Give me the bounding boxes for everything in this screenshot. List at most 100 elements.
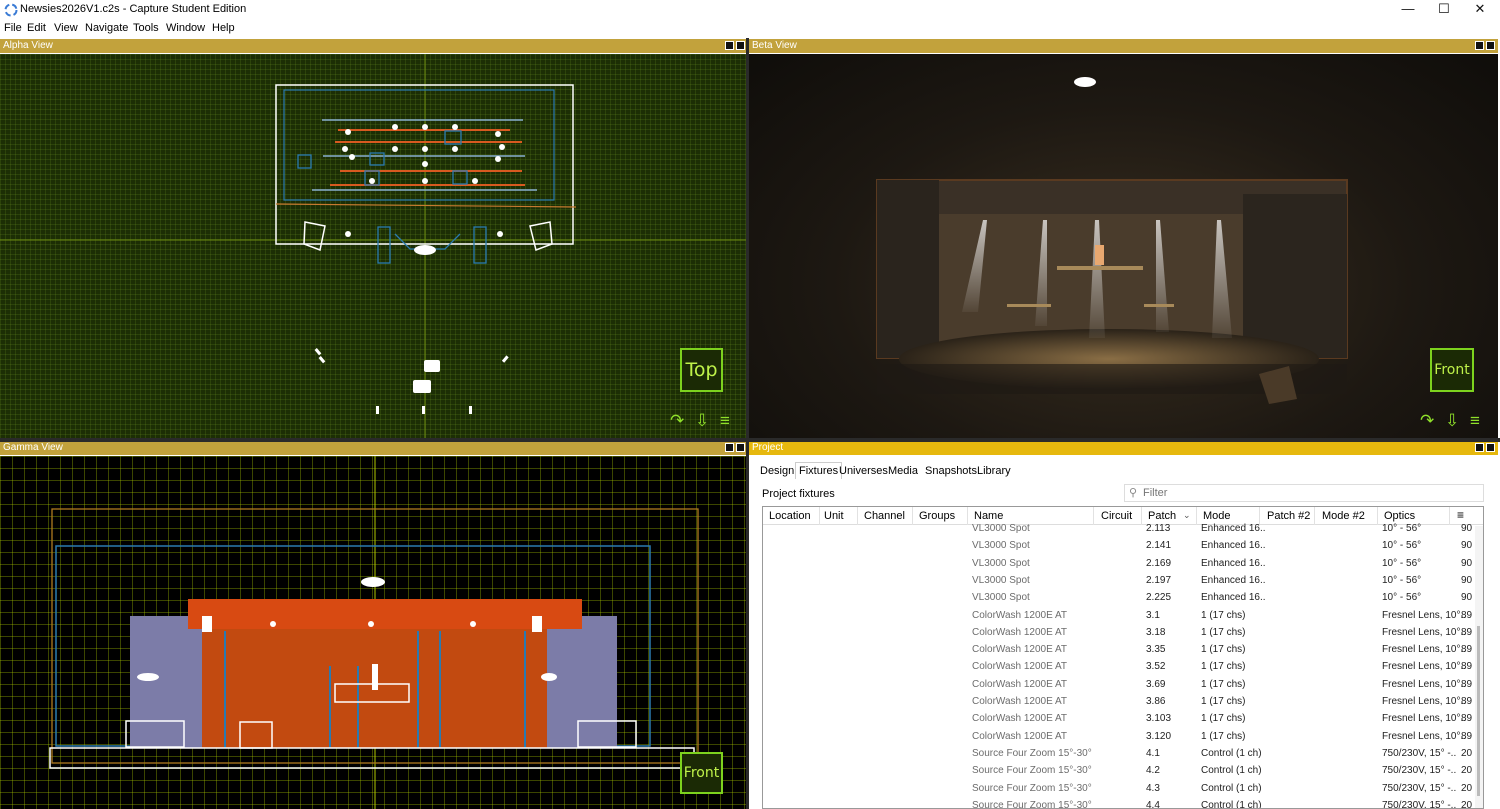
table-row[interactable]: VL3000 Spot 2.169 Enhanced 16.. 10° - 56° 90 bbox=[763, 556, 1483, 573]
window-title: Newsies2026V1.c2s - Capture Student Edit… bbox=[20, 3, 247, 15]
undock-icon[interactable] bbox=[1475, 443, 1484, 452]
undock-icon[interactable] bbox=[1475, 41, 1484, 50]
beta-viewport[interactable]: Front ↷ ⇩ ≡ bbox=[749, 54, 1498, 438]
rendered-stage-view bbox=[876, 77, 1348, 404]
scrollbar-thumb[interactable] bbox=[1477, 626, 1480, 796]
orbit-icon[interactable]: ↷ bbox=[670, 411, 684, 430]
cell-patch: 2.169 bbox=[1146, 557, 1172, 569]
cell-mode: 1 (17 chs) bbox=[1201, 696, 1246, 707]
table-row[interactable]: ColorWash 1200E AT 3.18 1 (17 chs) Fresnel … bbox=[763, 625, 1483, 642]
horizontal-splitter[interactable] bbox=[0, 438, 1500, 442]
cell-patch: 2.197 bbox=[1146, 574, 1172, 586]
menu-help[interactable]: Help bbox=[212, 22, 235, 34]
vertical-scrollbar[interactable] bbox=[1475, 526, 1483, 808]
tab-snapshots[interactable]: Snapshots bbox=[922, 464, 980, 478]
table-row[interactable]: ColorWash 1200E AT 3.103 1 (17 chs) Fresnel… bbox=[763, 711, 1483, 728]
cell-name: VL3000 Spot bbox=[972, 523, 1030, 534]
filter-field[interactable]: ⚲ bbox=[1124, 484, 1484, 502]
cell-extra: 90 bbox=[1461, 557, 1473, 569]
menu-icon[interactable]: ≡ bbox=[1470, 411, 1480, 430]
cell-extra: 90 bbox=[1461, 592, 1473, 604]
table-row[interactable]: Source Four Zoom 15°-30° 4.3 Control (1 ch… bbox=[763, 781, 1483, 798]
minimize-button[interactable]: — bbox=[1390, 0, 1426, 20]
menu-navigate[interactable]: Navigate bbox=[85, 22, 128, 34]
cell-patch: 2.113 bbox=[1146, 523, 1171, 534]
maximize-panel-icon[interactable] bbox=[736, 443, 745, 452]
cell-mode: 1 (17 chs) bbox=[1201, 609, 1246, 621]
cell-name: ColorWash 1200E AT bbox=[972, 678, 1068, 690]
pan-icon[interactable]: ⇩ bbox=[1445, 411, 1459, 430]
cell-mode: Control (1 ch) bbox=[1201, 799, 1262, 809]
table-row[interactable]: Source Four Zoom 15°-30° 4.1 Control (1 ch… bbox=[763, 746, 1483, 763]
viewport-toolbar: ↷ ⇩ ≡ bbox=[670, 411, 730, 431]
undock-icon[interactable] bbox=[725, 443, 734, 452]
table-row[interactable]: ColorWash 1200E AT 3.35 1 (17 chs) Fresnel … bbox=[763, 642, 1483, 659]
cell-patch: 2.141 bbox=[1146, 540, 1172, 552]
view-direction-label[interactable]: Top bbox=[680, 348, 723, 392]
table-row[interactable]: ColorWash 1200E AT 3.1 1 (17 chs) Fresnel L… bbox=[763, 608, 1483, 625]
cell-mode: Enhanced 16.. bbox=[1201, 557, 1266, 569]
sort-chevron-down-icon[interactable]: ⌄ bbox=[1183, 510, 1191, 521]
cell-patch: 3.69 bbox=[1146, 678, 1166, 690]
cell-patch: 3.35 bbox=[1146, 644, 1166, 656]
menu-view[interactable]: View bbox=[54, 22, 78, 34]
cell-patch: 3.52 bbox=[1146, 661, 1166, 673]
cell-extra: 89 bbox=[1461, 626, 1473, 638]
table-row[interactable]: VL3000 Spot 2.225 Enhanced 16.. 10° - 56° 90 bbox=[763, 590, 1483, 607]
cell-extra: 89 bbox=[1461, 696, 1473, 707]
pan-icon[interactable]: ⇩ bbox=[695, 411, 709, 430]
view-direction-label[interactable]: Front bbox=[1430, 348, 1474, 392]
cell-mode: Enhanced 16.. bbox=[1201, 540, 1266, 552]
cell-mode: Enhanced 16.. bbox=[1201, 592, 1266, 604]
table-row[interactable]: Source Four Zoom 15°-30° 4.4 Control (1 ch… bbox=[763, 798, 1483, 809]
filter-input[interactable] bbox=[1143, 486, 1473, 500]
tab-media[interactable]: Media bbox=[885, 464, 921, 478]
beta-view-header: Beta View bbox=[749, 39, 1498, 53]
cell-patch: 3.103 bbox=[1146, 713, 1172, 725]
cell-name: Source Four Zoom 15°-30° bbox=[972, 799, 1092, 809]
menu-icon[interactable]: ≡ bbox=[720, 411, 730, 430]
cell-extra: 20 bbox=[1461, 782, 1473, 794]
orbit-icon[interactable]: ↷ bbox=[1420, 411, 1434, 430]
column-menu-icon[interactable]: ≡ bbox=[1457, 508, 1464, 522]
tab-universes[interactable]: Universes bbox=[836, 464, 891, 478]
maximize-panel-icon[interactable] bbox=[736, 41, 745, 50]
cell-mode: 1 (17 chs) bbox=[1201, 626, 1246, 638]
view-direction-label[interactable]: Front bbox=[680, 752, 723, 794]
undock-icon[interactable] bbox=[725, 41, 734, 50]
gamma-viewport[interactable]: Front bbox=[0, 456, 746, 809]
title-bar: Newsies2026V1.c2s - Capture Student Edit… bbox=[0, 0, 1500, 20]
menu-window[interactable]: Window bbox=[166, 22, 205, 34]
menu-tools[interactable]: Tools bbox=[133, 22, 159, 34]
alpha-viewport[interactable]: Top ↷ ⇩ ≡ bbox=[0, 54, 746, 438]
table-row[interactable]: ColorWash 1200E AT 3.52 1 (17 chs) Fresnel … bbox=[763, 659, 1483, 676]
cell-name: VL3000 Spot bbox=[972, 592, 1030, 604]
maximize-button[interactable]: ☐ bbox=[1426, 0, 1462, 20]
maximize-panel-icon[interactable] bbox=[1486, 443, 1495, 452]
table-row[interactable]: Source Four Zoom 15°-30° 4.2 Control (1 ch… bbox=[763, 763, 1483, 780]
cell-name: ColorWash 1200E AT bbox=[972, 713, 1068, 725]
fixtures-table: Location Unit Channel Groups Name Circui… bbox=[762, 506, 1484, 809]
cell-patch: 3.1 bbox=[1146, 609, 1160, 621]
table-row[interactable]: VL3000 Spot 2.197 Enhanced 16.. 10° - 56° 90 bbox=[763, 573, 1483, 590]
close-button[interactable]: ✕ bbox=[1462, 0, 1498, 20]
table-row[interactable]: VL3000 Spot 2.113 Enhanced 16.. 10° - 56° 90 bbox=[763, 521, 1483, 538]
table-row[interactable]: ColorWash 1200E AT 3.120 1 (17 chs) Fresnel… bbox=[763, 729, 1483, 746]
table-row[interactable]: ColorWash 1200E AT 3.69 1 (17 chs) Fresnel … bbox=[763, 677, 1483, 694]
menu-edit[interactable]: Edit bbox=[27, 22, 46, 34]
cell-patch: 3.18 bbox=[1146, 626, 1166, 638]
menu-file[interactable]: File bbox=[4, 22, 22, 34]
cell-name: ColorWash 1200E AT bbox=[972, 696, 1068, 707]
cell-patch: 3.86 bbox=[1146, 696, 1166, 707]
app-logo-icon bbox=[4, 3, 18, 17]
cell-patch: 2.225 bbox=[1146, 592, 1172, 604]
maximize-panel-icon[interactable] bbox=[1486, 41, 1495, 50]
tab-library[interactable]: Library bbox=[974, 464, 1014, 478]
table-row[interactable]: VL3000 Spot 2.141 Enhanced 16.. 10° - 56° 90 bbox=[763, 538, 1483, 555]
tab-design[interactable]: Design bbox=[757, 464, 797, 478]
cell-optics: Fresnel Lens, 10°.. bbox=[1382, 609, 1467, 621]
cell-optics: 750/230V, 15° -.. bbox=[1382, 782, 1457, 794]
table-row[interactable]: ColorWash 1200E AT 3.86 1 (17 chs) Fresnel … bbox=[763, 694, 1483, 711]
cell-extra: 89 bbox=[1461, 730, 1473, 742]
vertical-splitter[interactable] bbox=[746, 38, 749, 809]
